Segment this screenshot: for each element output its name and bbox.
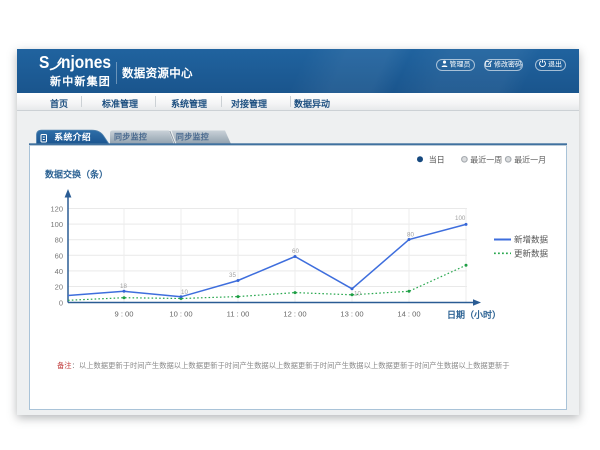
- svg-text:10 : 00: 10 : 00: [169, 310, 192, 319]
- svg-text:60: 60: [55, 251, 63, 260]
- svg-text:11 : 00: 11 : 00: [227, 310, 250, 319]
- svg-text:100: 100: [50, 220, 63, 229]
- svg-text:60: 60: [292, 248, 299, 255]
- svg-text:40: 40: [55, 267, 63, 276]
- svg-text:100: 100: [455, 215, 466, 222]
- svg-text:0: 0: [59, 299, 63, 308]
- svg-text:当日: 当日: [429, 154, 445, 164]
- svg-text:同步监控: 同步监控: [114, 132, 147, 142]
- svg-text:同步监控: 同步监控: [176, 132, 209, 142]
- svg-text:数据交换（条）: 数据交换（条）: [45, 169, 108, 180]
- svg-text:80: 80: [407, 232, 414, 239]
- svg-text:10: 10: [181, 289, 188, 296]
- svg-text:12 : 00: 12 : 00: [283, 310, 306, 319]
- svg-text:最近一周: 最近一周: [470, 154, 502, 164]
- svg-text:80: 80: [55, 236, 63, 245]
- svg-text:13 : 00: 13 : 00: [340, 310, 363, 319]
- svg-text:日期（小时）: 日期（小时）: [447, 309, 501, 320]
- svg-text:14 : 00: 14 : 00: [397, 310, 420, 319]
- svg-text:最近一月: 最近一月: [514, 154, 546, 164]
- svg-text:更新数据: 更新数据: [514, 248, 549, 258]
- svg-text:20: 20: [55, 283, 63, 292]
- svg-text:120: 120: [50, 205, 63, 214]
- svg-text:18: 18: [120, 283, 127, 290]
- svg-text:新增数据: 新增数据: [514, 235, 549, 245]
- svg-text:10: 10: [354, 291, 361, 298]
- svg-text:系统介绍: 系统介绍: [54, 131, 91, 142]
- svg-text:35: 35: [229, 272, 236, 279]
- svg-text:9 : 00: 9 : 00: [115, 310, 134, 319]
